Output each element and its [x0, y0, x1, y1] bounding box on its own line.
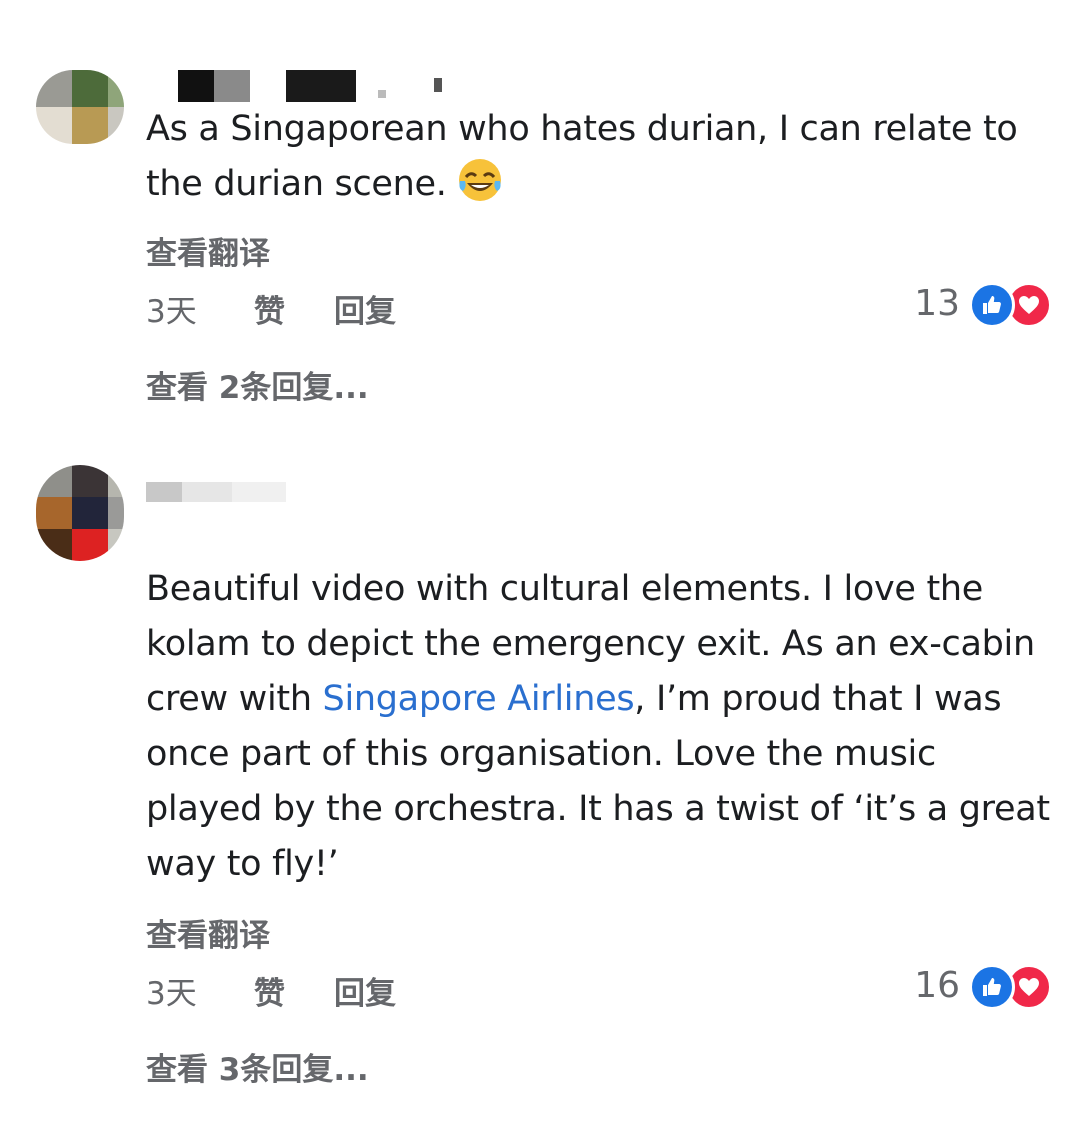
timestamp: 3天	[146, 976, 197, 1012]
singapore-airlines-link[interactable]: Singapore Airlines	[323, 679, 635, 719]
reply-button[interactable]: 回复	[334, 968, 396, 1013]
username-redacted[interactable]	[178, 70, 458, 104]
like-button[interactable]: 赞	[254, 968, 285, 1013]
reaction-summary[interactable]: 16	[880, 964, 1060, 1010]
see-translation-link[interactable]: 查看翻译	[146, 910, 270, 955]
timestamp: 3天	[146, 294, 197, 330]
avatar[interactable]	[36, 465, 124, 561]
see-translation-link[interactable]: 查看翻译	[146, 228, 270, 273]
like-button[interactable]: 赞	[254, 286, 285, 331]
username-redacted[interactable]	[146, 478, 296, 512]
avatar[interactable]	[36, 70, 124, 144]
comment-body: As a Singaporean who hates durian, I can…	[146, 109, 1018, 204]
reaction-count: 13	[914, 283, 960, 324]
view-replies-link[interactable]: 查看 3条回复...	[146, 1044, 369, 1089]
reaction-count: 16	[914, 965, 960, 1006]
like-icon	[969, 964, 1015, 1010]
laughing-tears-emoji-icon	[457, 157, 503, 203]
comment-text: As a Singaporean who hates durian, I can…	[146, 102, 1056, 212]
reply-button[interactable]: 回复	[334, 286, 396, 331]
view-replies-link[interactable]: 查看 2条回复...	[146, 362, 369, 407]
like-icon	[969, 282, 1015, 328]
comment-text: Beautiful video with cultural elements. …	[146, 562, 1056, 892]
reaction-summary[interactable]: 13	[880, 282, 1060, 328]
